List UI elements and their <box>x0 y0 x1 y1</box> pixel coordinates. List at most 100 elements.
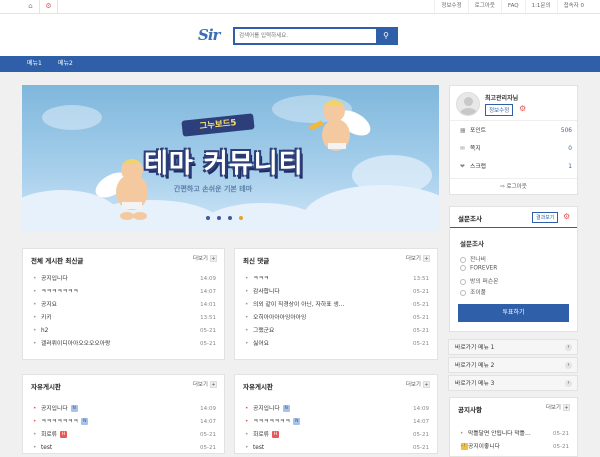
list-item[interactable]: • test 05-21 <box>243 442 429 455</box>
board-title: 자유게시판 <box>31 383 61 391</box>
quicklink-1[interactable]: 바로가기 메뉴 1 › <box>448 339 578 355</box>
latest-comments-panel: 최신 댓글 더보기 + • ㅋㅋㅋ 13:51 • 감사합니다 05-21 • 의외 같이 … <box>234 248 438 360</box>
search-button[interactable]: ⚲ <box>376 29 396 43</box>
list-item[interactable]: • 공지이좋니다! 05-21 <box>458 441 569 454</box>
scrap-row[interactable]: ❤ 스크랩 1 <box>458 158 572 176</box>
list-item[interactable]: • 오히아아아아잉아아잉 05-21 <box>243 312 429 325</box>
main-banner[interactable]: 그누보드5 테마 커뮤니티 간편하고 손쉬운 기본 테마 <box>22 85 439 232</box>
carousel-dot[interactable] <box>228 216 232 220</box>
gear-icon[interactable]: ⚙ <box>40 0 58 13</box>
cupid-right-image <box>308 100 371 151</box>
nav-item-menu2[interactable]: 메뉴2 <box>58 56 73 72</box>
notice-list: • 막틀달면 안됩니다 막틀… 05-21 • 공지이좋니다! 05-21 <box>458 428 569 454</box>
chevron-right-icon: › <box>565 344 572 351</box>
cupid-left-image <box>95 159 148 220</box>
carousel-dot[interactable] <box>206 216 210 220</box>
quicklink-2[interactable]: 바로가기 메뉴 2 › <box>448 357 578 373</box>
list-item[interactable]: • ㅋㅋㅋㅋㅋㅋㅋ N 14:07 <box>31 416 216 429</box>
list-item[interactable]: • 공지요 14:01 <box>31 299 216 312</box>
home-icon[interactable]: ⌂ <box>22 0 40 13</box>
poll-option[interactable]: 잔나비 <box>460 254 486 263</box>
more-button[interactable]: 더보기 + <box>193 254 217 262</box>
chevron-right-icon: › <box>565 380 572 387</box>
site-logo[interactable]: Sir <box>198 26 220 44</box>
logout-label: 로그아웃 <box>506 184 527 190</box>
poll-option[interactable]: FOREVER <box>460 265 497 272</box>
new-badge: N <box>81 418 89 425</box>
free-board-panel-2: 자유게시판 더보기 + • 공지입니다 N 14:09 • ㅋㅋㅋㅋㅋㅋㅋ N 14:07 •… <box>234 374 438 454</box>
list-item[interactable]: • test 05-21 <box>31 442 216 455</box>
top-links: 정보수정 로그아웃 FAQ 1:1문의 접속자 0 <box>434 0 590 13</box>
list-item[interactable]: • 공지입니다 N 14:09 <box>243 403 429 416</box>
banner-subtitle: 간편하고 손쉬운 기본 테마 <box>174 185 253 193</box>
coin-icon: ▦ <box>460 128 466 134</box>
scrap-value: 1 <box>568 164 572 170</box>
list-item[interactable]: • 갤러뤼이디아아오오오오아랑 05-21 <box>31 338 216 351</box>
list-item[interactable]: • 회로류 H 05-21 <box>243 429 429 442</box>
list-item[interactable]: • 의외 같이 직경상이 아닌, 자하표 생… 05-21 <box>243 299 429 312</box>
post-list: • 공지입니다 14:09 • ㅋㅋㅋㅋㅋㅋㅋ 14:07 • 공지요 14:01 • 키키 1… <box>31 273 216 351</box>
search-icon: ⚲ <box>383 31 389 40</box>
vote-button[interactable]: 투표하기 <box>458 304 569 322</box>
inquiry-link[interactable]: 1:1문의 <box>524 0 557 13</box>
search-box: ⚲ <box>233 27 398 45</box>
scrap-icon: ❤ <box>460 164 465 170</box>
list-item[interactable]: • 싫어요 05-21 <box>243 338 429 351</box>
list-item[interactable]: • 감사합니다 05-21 <box>243 286 429 299</box>
profile-panel: 최고관리자님 정보수정 ⚙ ▦ 포인트 506 ✉ 쪽지 0 ❤ 스크랩 1 ⇨… <box>449 85 578 195</box>
notice-more-button[interactable]: 더보기 + <box>546 403 570 411</box>
memo-icon: ✉ <box>460 146 465 152</box>
list-item[interactable]: • 키키 13:51 <box>31 312 216 325</box>
carousel-dot[interactable] <box>217 216 221 220</box>
memo-label: 쪽지 <box>470 146 481 152</box>
logout-button[interactable]: ⇨ 로그아웃 <box>450 178 577 195</box>
points-row[interactable]: ▦ 포인트 506 <box>458 122 572 140</box>
nav-item-menu1[interactable]: 메뉴1 <box>27 56 42 72</box>
more-button[interactable]: 더보기 + <box>406 380 430 388</box>
list-item[interactable]: • 회로류 H 05-21 <box>31 429 216 442</box>
list-item[interactable]: • ㅋㅋㅋㅋㅋㅋㅋ 14:07 <box>31 286 216 299</box>
memo-value: 0 <box>568 146 572 152</box>
poll-gear-icon[interactable]: ⚙ <box>563 212 570 221</box>
poll-question: 설문조사 <box>460 240 484 248</box>
admin-gear-icon[interactable]: ⚙ <box>519 104 526 113</box>
edit-profile-button[interactable]: 정보수정 <box>485 104 514 116</box>
poll-results-button[interactable]: 결과보기 <box>532 212 559 223</box>
board-title: 자유게시판 <box>243 383 273 391</box>
poll-option[interactable]: 방의 퍼슨몬 <box>460 276 499 285</box>
more-button[interactable]: 더보기 + <box>406 254 430 262</box>
new-badge: N <box>282 405 290 412</box>
banner-tag: 그누보드5 <box>181 113 255 137</box>
scrap-label: 스크랩 <box>470 164 486 170</box>
carousel-dot-active[interactable] <box>239 216 243 220</box>
carousel-dots <box>206 216 243 220</box>
hot-badge: H <box>272 431 279 438</box>
free-board-panel: 자유게시판 더보기 + • 공지입니다 N 14:09 • ㅋㅋㅋㅋㅋㅋㅋ N 14:07 •… <box>22 374 225 454</box>
logout-link[interactable]: 로그아웃 <box>467 0 501 13</box>
faq-link[interactable]: FAQ <box>500 0 525 13</box>
list-item[interactable]: • ㅋㅋㅋㅋㅋㅋㅋ N 14:07 <box>243 416 429 429</box>
post-list: • 공지입니다 N 14:09 • ㅋㅋㅋㅋㅋㅋㅋ N 14:07 • 회로류 H 05-21 •… <box>243 403 429 455</box>
board-title: 전체 게시판 최신글 <box>31 257 84 265</box>
edit-info-link[interactable]: 정보수정 <box>434 0 467 13</box>
poll-option[interactable]: 조이풀 <box>460 287 486 296</box>
quicklink-3[interactable]: 바로가기 메뉴 3 › <box>448 375 578 391</box>
visitor-count[interactable]: 접속자 0 <box>556 0 590 13</box>
list-item[interactable]: • 막틀달면 안됩니다 막틀… 05-21 <box>458 428 569 441</box>
more-button[interactable]: 더보기 + <box>193 380 217 388</box>
list-item[interactable]: • ㅋㅋㅋ 13:51 <box>243 273 429 286</box>
list-item[interactable]: • 공지입니다 N 14:09 <box>31 403 216 416</box>
top-bar: ⌂ ⚙ 정보수정 로그아웃 FAQ 1:1문의 접속자 0 <box>0 0 600 14</box>
main-nav: 메뉴1 메뉴2 <box>0 56 600 72</box>
poll-panel: 설문조사 결과보기 ⚙ 설문조사 잔나비 FOREVER 방의 퍼슨몬 조이풀 … <box>449 206 578 332</box>
profile-name: 최고관리자님 <box>485 95 519 102</box>
memo-row[interactable]: ✉ 쪽지 0 <box>458 140 572 158</box>
post-list: • 공지입니다 N 14:09 • ㅋㅋㅋㅋㅋㅋㅋ N 14:07 • 회로류 H 05-21 •… <box>31 403 216 455</box>
search-input[interactable] <box>235 29 375 43</box>
points-value: 506 <box>560 128 572 134</box>
board-title: 최신 댓글 <box>243 257 270 265</box>
list-item[interactable]: • 그랬군요 05-21 <box>243 325 429 338</box>
list-item[interactable]: • 공지입니다 14:09 <box>31 273 216 286</box>
comment-list: • ㅋㅋㅋ 13:51 • 감사합니다 05-21 • 의외 같이 직경상이 아닌, 자하… <box>243 273 429 351</box>
list-item[interactable]: • h2 05-21 <box>31 325 216 338</box>
